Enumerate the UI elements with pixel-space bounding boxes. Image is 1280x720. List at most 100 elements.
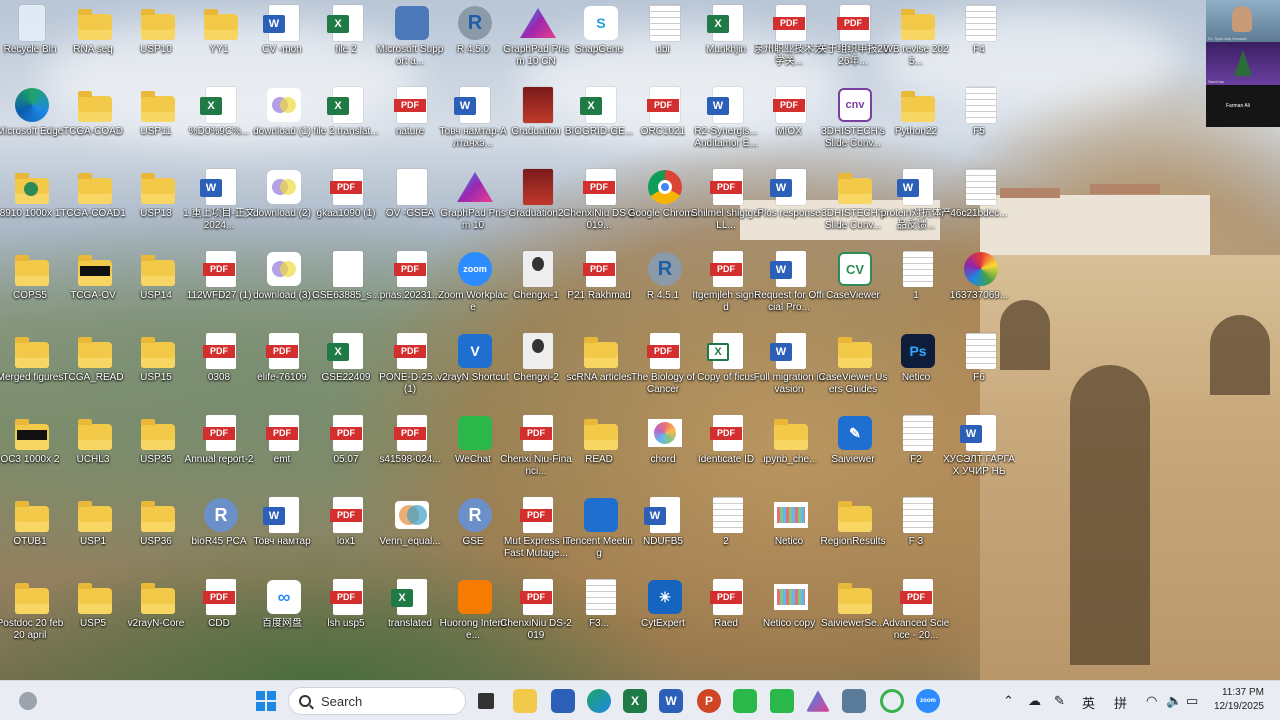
video-thumb-1[interactable]: Dr. Syed Atiq Hussain <box>1206 0 1280 42</box>
desktop-icon[interactable]: TCGA-COAD <box>63 84 127 164</box>
desktop-icon[interactable]: WB revise 2025... <box>883 2 950 82</box>
desktop-icon[interactable]: USP5 <box>63 576 127 656</box>
desktop-icon[interactable]: PDF lox1 <box>316 494 380 574</box>
desktop-icon[interactable]: Xfile 2.translat... <box>313 84 380 164</box>
desktop-icon[interactable]: USP15 <box>126 330 190 410</box>
desktop-icon[interactable]: Wprotein对抗体产品反馈... <box>881 166 951 246</box>
desktop-icon[interactable]: PDF emt <box>252 412 316 492</box>
desktop-icon[interactable]: X BIOGRID-GE... <box>565 84 633 164</box>
desktop-icon[interactable]: X GSE22409 <box>316 330 380 410</box>
desktop-icon[interactable]: Google Chrome <box>628 166 698 246</box>
desktop-icon[interactable]: 3DHISTECH's Slide Conv... <box>821 166 887 246</box>
desktop-icon[interactable]: UCHL3 <box>63 412 127 492</box>
desktop-icon[interactable]: PDF 05.07 <box>316 412 380 492</box>
desktop-icon[interactable]: PDF 0308 <box>189 330 253 410</box>
ime-mode[interactable]: 拼 <box>1114 693 1127 712</box>
desktop-icon[interactable]: PDF elife-76109 <box>252 330 316 410</box>
task-view-icon[interactable] <box>478 693 494 709</box>
desktop-icon[interactable]: W Товч намтар <box>252 494 316 574</box>
desktop-icon[interactable]: RegionResults <box>820 494 887 574</box>
desktop-icon[interactable]: W Товч намтар-Алтанхэ... <box>439 84 507 164</box>
desktop-icon[interactable]: 2 <box>696 494 760 574</box>
onedrive-icon[interactable]: ☁ <box>1028 693 1041 709</box>
desktop-icon[interactable]: CV CaseViewer <box>823 248 887 328</box>
desktop-icon[interactable]: Netico copy <box>759 576 823 656</box>
desktop-icon[interactable]: USP14 <box>126 248 190 328</box>
desktop-icon[interactable]: Chengxi-2 <box>506 330 570 410</box>
desktop-icon[interactable]: Recycle Bin <box>0 2 64 82</box>
360-icon[interactable] <box>880 689 904 713</box>
desktop-icon[interactable]: cnv 3DHISTECH's Slide Conv... <box>821 84 887 164</box>
word-icon[interactable]: W <box>659 689 683 713</box>
desktop-icon[interactable]: F 3 <box>886 494 950 574</box>
desktop-icon[interactable]: OTUB1 <box>0 494 64 574</box>
edge-icon[interactable] <box>587 689 611 713</box>
desktop-icon[interactable]: ∞ 百度网盘 <box>252 576 316 656</box>
desktop-icon[interactable]: YY1 <box>189 2 253 82</box>
desktop-icon[interactable]: Graduation2 <box>506 166 570 246</box>
desktop-icon[interactable]: Microsoft Edge <box>0 84 64 164</box>
desktop-icon[interactable]: W Full migration invasion <box>754 330 824 410</box>
desktop-icon[interactable]: R R 4.5.1 <box>633 248 697 328</box>
desktop-icon[interactable]: PDF lsh usp5 <box>316 576 380 656</box>
desktop-icon[interactable]: USP1 <box>63 494 127 574</box>
desktop-icon[interactable]: scRNA articles <box>566 330 633 410</box>
zoom-icon[interactable]: zoom <box>916 689 940 713</box>
prism-icon[interactable] <box>806 690 830 712</box>
desktop-icon[interactable]: .ipynb_che... <box>759 412 823 492</box>
desktop-icon[interactable]: Graduation <box>506 84 570 164</box>
desktop-icon[interactable]: X Munkhjin <box>696 2 760 82</box>
desktop-icon[interactable]: PDF Chenxi Niu-Financi... <box>500 412 572 492</box>
desktop-icon[interactable]: Venn_equal... <box>379 494 444 574</box>
desktop-icon[interactable]: PDF ChenxiNiu DS-2019 <box>500 576 572 656</box>
desktop-icon[interactable]: Chengxi-1 <box>506 248 570 328</box>
wifi-icon[interactable]: ◠ <box>1146 693 1157 709</box>
desktop-icon[interactable]: PDF Itgemjleh signed <box>692 248 760 328</box>
desktop-icon[interactable]: PDF 泉州职业技术大学关... <box>754 2 824 82</box>
video-thumb-3[interactable]: Farman Ali <box>1206 85 1280 127</box>
desktop-icon[interactable]: v2rayN-Core <box>126 576 190 656</box>
messages-icon[interactable] <box>770 689 794 713</box>
desktop-icon[interactable]: PDF gkaa1090 (1) <box>316 166 380 246</box>
desktop-icon[interactable]: W 1.重上项目-正文2024... <box>183 166 255 246</box>
desktop-icon[interactable]: OV -GSEA <box>380 166 444 246</box>
desktop-icon[interactable]: PDF Identicate ID <box>696 412 760 492</box>
desktop-icon[interactable]: USP10 <box>126 2 190 82</box>
desktop-icon[interactable]: PDF Advanced Science - 20... <box>883 576 950 656</box>
desktop-icon[interactable]: 163737069... <box>949 248 1013 328</box>
desktop-icon[interactable]: PDF 关于组织申报2026年... <box>817 2 889 82</box>
desktop-icon[interactable]: download (1) <box>252 84 316 164</box>
desktop-icon[interactable]: download (2) <box>252 166 316 246</box>
windows-start-button[interactable] <box>254 689 278 713</box>
desktop-icon[interactable]: TCGA-OV <box>63 248 127 328</box>
desktop-icon[interactable]: USP36 <box>126 494 190 574</box>
desktop-icon[interactable]: GraphPad Prism 10 <box>440 166 507 246</box>
desktop-icon[interactable]: USP11 <box>126 84 190 164</box>
ime-language[interactable]: 英 <box>1082 693 1095 712</box>
desktop-icon[interactable]: Python22 <box>886 84 950 164</box>
excel-icon[interactable]: X <box>623 689 647 713</box>
file-explorer-icon[interactable] <box>513 689 537 713</box>
desktop-icon[interactable]: USP35 <box>126 412 190 492</box>
desktop-icon[interactable]: WeChat <box>443 412 507 492</box>
desktop-icon[interactable]: Huorong Interne... <box>440 576 507 656</box>
desktop-icon[interactable]: F5 <box>949 84 1013 164</box>
desktop-icon[interactable]: COPS5 <box>0 248 64 328</box>
desktop-icon[interactable]: PDF s41598-024... <box>379 412 444 492</box>
desktop-icon[interactable]: PDF Annual report-2 <box>185 412 253 492</box>
desktop-icon[interactable]: PDF Mut Express II Fast Mutage... <box>504 494 570 574</box>
desktop-icon[interactable]: Netico <box>759 494 823 574</box>
pen-icon[interactable]: ✎ <box>1054 693 1065 709</box>
desktop-icon[interactable]: ✎ Saiviewer <box>823 412 887 492</box>
desktop-icon[interactable]: chord <box>633 412 697 492</box>
desktop-icon[interactable]: X %D0%9C%... <box>189 84 253 164</box>
weather-icon[interactable] <box>16 689 40 713</box>
desktop-icon[interactable]: RbioR45 PCA <box>189 494 253 574</box>
battery-icon[interactable]: ▭ <box>1186 693 1198 709</box>
desktop-icon[interactable]: PDF Raed <box>696 576 760 656</box>
desktop-icon[interactable]: PDF CDD <box>189 576 253 656</box>
desktop-icon[interactable]: PDF The Biology of Cancer <box>631 330 697 410</box>
desktop-icon[interactable]: PDF 112WFD27 (1) <box>187 248 253 328</box>
desktop-icon[interactable]: Vv2rayN Shortcut <box>437 330 509 410</box>
desktop-icon[interactable]: Merged figures <box>0 330 64 410</box>
